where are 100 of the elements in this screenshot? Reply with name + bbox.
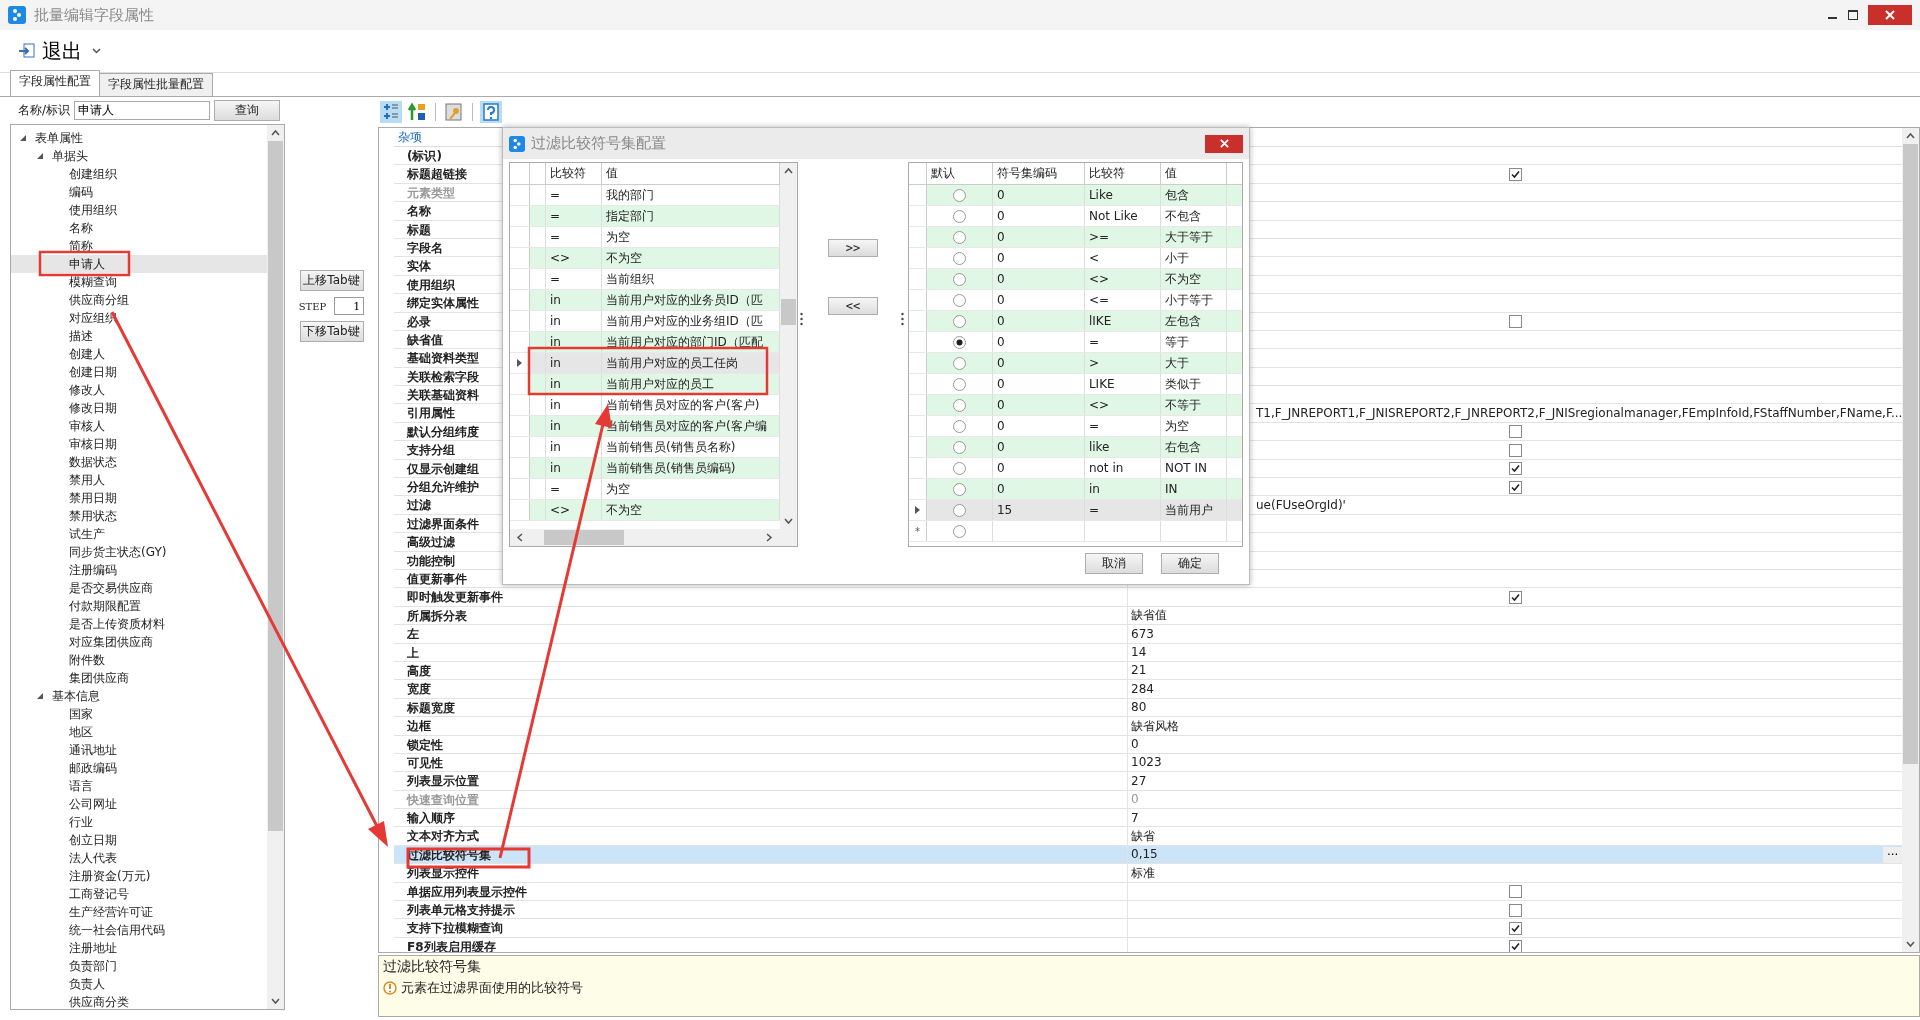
step-field[interactable]: 1 bbox=[334, 297, 365, 315]
expand-arrow-icon[interactable] bbox=[36, 692, 44, 700]
move-up-button[interactable]: 上移Tab键 bbox=[299, 270, 364, 291]
property-value[interactable]: 14 bbox=[1131, 645, 1147, 660]
tree-item[interactable]: 注册地址 bbox=[11, 939, 267, 957]
radio-button[interactable] bbox=[952, 188, 966, 202]
exit-icon[interactable] bbox=[18, 43, 36, 59]
property-value[interactable]: 21 bbox=[1131, 663, 1147, 678]
tree-item[interactable]: 审核人 bbox=[11, 417, 267, 435]
radio-button[interactable] bbox=[952, 209, 966, 223]
scroll-thumb[interactable] bbox=[544, 530, 624, 545]
checkbox[interactable] bbox=[1508, 462, 1522, 476]
tree-item[interactable]: 数据状态 bbox=[11, 453, 267, 471]
table-row[interactable]: 0 <> 不为空 bbox=[908, 269, 1242, 290]
property-row[interactable]: 上 14 bbox=[394, 643, 1903, 662]
scroll-left-icon[interactable] bbox=[516, 533, 524, 542]
property-value[interactable]: ue(FUseOrgId)' bbox=[1256, 497, 1346, 512]
column-header[interactable]: 比较符 bbox=[546, 163, 602, 184]
tree-item[interactable]: 国家 bbox=[11, 705, 267, 723]
tree-item[interactable]: 禁用人 bbox=[11, 471, 267, 489]
scroll-up-icon[interactable] bbox=[784, 167, 794, 175]
maximize-icon[interactable] bbox=[1848, 10, 1858, 20]
expand-arrow-icon[interactable] bbox=[36, 152, 44, 160]
toolbar-button[interactable] bbox=[380, 101, 402, 123]
tree-item[interactable]: 生产经营许可证 bbox=[11, 903, 267, 921]
tree-group[interactable]: 单据头 bbox=[49, 147, 91, 165]
table-row[interactable]: <> 不为空 bbox=[510, 248, 781, 269]
tree-item[interactable]: 编码 bbox=[11, 183, 267, 201]
table-row[interactable]: in 当前销售员(销售员编码) bbox=[510, 458, 781, 479]
exit-button[interactable]: 退出 bbox=[14, 35, 86, 67]
tree-item[interactable]: 法人代表 bbox=[11, 849, 267, 867]
radio-button[interactable] bbox=[952, 461, 966, 475]
tree-item[interactable]: 邮政编码 bbox=[11, 759, 267, 777]
scrollbar[interactable] bbox=[510, 529, 798, 546]
property-row[interactable]: 边框 缺省风格 bbox=[394, 717, 1903, 736]
tree-item[interactable]: 禁用状态 bbox=[11, 507, 267, 525]
radio-button[interactable] bbox=[952, 440, 966, 454]
property-row[interactable]: 标题宽度 80 bbox=[394, 698, 1903, 718]
column-header[interactable]: 默认 bbox=[926, 163, 993, 184]
tree-group[interactable]: 基本信息 bbox=[49, 687, 103, 705]
radio-button[interactable] bbox=[952, 482, 966, 496]
checkbox[interactable] bbox=[1508, 940, 1522, 952]
scroll-thumb[interactable] bbox=[268, 141, 283, 831]
property-value[interactable]: 缺省 bbox=[1131, 828, 1155, 843]
table-row[interactable]: 0 >= 大于等于 bbox=[908, 227, 1242, 248]
tree-item[interactable]: 使用组织 bbox=[11, 201, 267, 219]
table-row[interactable]: = 指定部门 bbox=[510, 206, 781, 227]
scrollbar[interactable] bbox=[780, 163, 798, 529]
property-value[interactable]: 7 bbox=[1131, 810, 1139, 825]
radio-button[interactable] bbox=[952, 524, 966, 538]
tree-item[interactable]: 简称 bbox=[11, 237, 267, 255]
tree-item[interactable]: 供应商分类 bbox=[11, 993, 267, 1009]
move-down-button[interactable]: 下移Tab键 bbox=[299, 321, 364, 342]
tree-group[interactable]: 表单属性 bbox=[32, 129, 86, 147]
table-row[interactable]: 0 in IN bbox=[908, 479, 1242, 500]
table-row[interactable]: 0 Like 包含 bbox=[908, 185, 1242, 206]
property-value[interactable]: 27 bbox=[1131, 773, 1147, 788]
property-row[interactable]: 列表单元格支持提示 bbox=[394, 901, 1903, 920]
tree-item[interactable]: 对应集团供应商 bbox=[11, 633, 267, 651]
property-row[interactable]: 左 673 bbox=[394, 625, 1903, 644]
property-row[interactable]: 所属拆分表 缺省值 bbox=[394, 606, 1903, 626]
tree-item[interactable]: 是否上传资质材料 bbox=[11, 615, 267, 633]
checkbox[interactable] bbox=[1508, 921, 1522, 935]
radio-button[interactable] bbox=[952, 398, 966, 412]
property-row[interactable]: 文本对齐方式 缺省 bbox=[394, 827, 1903, 846]
cancel-button[interactable]: 取消 bbox=[1085, 553, 1143, 574]
radio-button[interactable] bbox=[952, 377, 966, 391]
tree-item[interactable]: 描述 bbox=[11, 327, 267, 345]
tree-item[interactable]: 修改人 bbox=[11, 381, 267, 399]
tree-item[interactable]: 通讯地址 bbox=[11, 741, 267, 759]
tree-item[interactable]: 名称 bbox=[11, 219, 267, 237]
ok-button[interactable]: 确定 bbox=[1161, 553, 1219, 574]
tree-item[interactable]: 地区 bbox=[11, 723, 267, 741]
tree-item[interactable]: 同步货主状态(GY) bbox=[11, 543, 267, 561]
tree-item[interactable]: 供应商分组 bbox=[11, 291, 267, 309]
radio-button[interactable] bbox=[952, 356, 966, 370]
close-button[interactable] bbox=[1205, 134, 1243, 153]
splitter-grip-icon[interactable] bbox=[800, 312, 804, 326]
tree-item[interactable]: 统一社会信用代码 bbox=[11, 921, 267, 939]
tree-item[interactable]: 创建日期 bbox=[11, 363, 267, 381]
tree-item[interactable]: 负责人 bbox=[11, 975, 267, 993]
tree-item[interactable]: 试生产 bbox=[11, 525, 267, 543]
property-row[interactable]: 即时触发更新事件 bbox=[394, 588, 1903, 607]
property-value[interactable]: 80 bbox=[1131, 700, 1147, 715]
property-value[interactable]: 缺省风格 bbox=[1131, 718, 1179, 733]
tree-item[interactable]: 创建人 bbox=[11, 345, 267, 363]
table-row[interactable]: 0 lIKE 左包含 bbox=[908, 311, 1242, 332]
property-row[interactable]: 可见性 1023 bbox=[394, 753, 1903, 773]
query-button[interactable]: 查询 bbox=[214, 100, 281, 121]
toolbar-button[interactable] bbox=[480, 101, 502, 123]
scrollbar[interactable] bbox=[267, 125, 284, 1009]
add-button[interactable]: >> bbox=[828, 239, 879, 257]
ellipsis-button[interactable]: ··· bbox=[1882, 846, 1903, 863]
search-field[interactable]: 申请人 bbox=[74, 101, 211, 120]
checkbox[interactable] bbox=[1508, 425, 1522, 439]
checkbox[interactable] bbox=[1508, 315, 1522, 328]
tree-item[interactable]: 公司网址 bbox=[11, 795, 267, 813]
checkbox[interactable] bbox=[1508, 903, 1522, 917]
property-row[interactable]: 输入顺序 7 bbox=[394, 809, 1903, 828]
tree-item[interactable]: 禁用日期 bbox=[11, 489, 267, 507]
